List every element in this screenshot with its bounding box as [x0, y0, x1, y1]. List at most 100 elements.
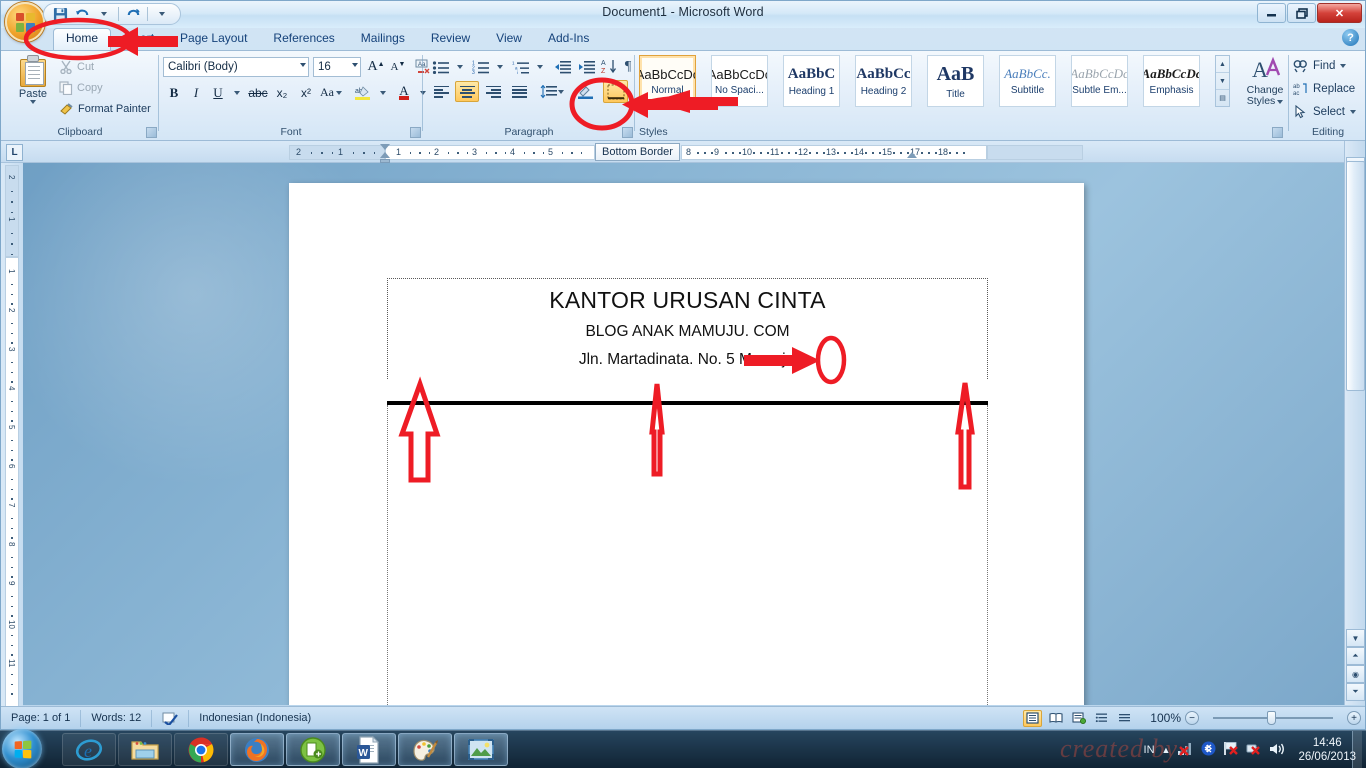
taskbar-item-mozilla-firefox[interactable]: [230, 733, 284, 766]
highlight-dropdown-icon[interactable]: [373, 82, 393, 103]
scroll-down-button[interactable]: ▼: [1346, 629, 1365, 647]
text-highlight-button[interactable]: ab: [351, 82, 375, 103]
increase-indent-button[interactable]: [575, 56, 597, 77]
style-subtle-em-[interactable]: AaBbCcDc Subtle Em...: [1071, 55, 1128, 107]
first-line-indent-marker[interactable]: [380, 144, 390, 150]
paste-dropdown-icon[interactable]: [30, 100, 36, 104]
taskbar-item-green-app[interactable]: [286, 733, 340, 766]
italic-button[interactable]: I: [185, 82, 207, 103]
proofing-status[interactable]: [152, 709, 190, 727]
zoom-slider[interactable]: [1203, 711, 1343, 725]
style-normal[interactable]: AaBbCcDc Normal: [639, 55, 696, 107]
draft-view-button[interactable]: [1115, 710, 1134, 727]
sort-button[interactable]: AZ: [599, 56, 619, 77]
redo-icon[interactable]: [123, 5, 143, 23]
grow-font-button[interactable]: A ▲: [365, 56, 387, 77]
power-icon[interactable]: [1246, 741, 1262, 759]
style-emphasis[interactable]: AaBbCcDc Emphasis: [1143, 55, 1200, 107]
zoom-slider-handle[interactable]: [1267, 711, 1276, 725]
ribbon-tab-add-ins[interactable]: Add-Ins: [535, 28, 602, 50]
style-subtitle[interactable]: AaBbCc. Subtitle: [999, 55, 1056, 107]
document-page[interactable]: KANTOR URUSAN CINTA BLOG ANAK MAMUJU. CO…: [289, 183, 1084, 705]
font-name-combobox[interactable]: Calibri (Body): [163, 57, 309, 77]
save-icon[interactable]: [50, 5, 70, 23]
customize-qat-icon[interactable]: [152, 5, 172, 23]
ribbon-tab-view[interactable]: View: [483, 28, 535, 50]
word-count-status[interactable]: Words: 12: [81, 709, 153, 727]
vertical-scrollbar[interactable]: ▲ ▼ ⏶ ◉ ⏷: [1344, 141, 1365, 705]
ribbon-tab-review[interactable]: Review: [418, 28, 483, 50]
ribbon-tab-page-layout[interactable]: Page Layout: [167, 28, 260, 50]
bullets-dropdown-icon[interactable]: [453, 56, 466, 77]
clipboard-dialog-launcher[interactable]: [146, 127, 157, 138]
align-center-button[interactable]: [455, 81, 479, 102]
style-no-spaci-[interactable]: AaBbCcDc No Spaci...: [711, 55, 768, 107]
tab-stop-selector[interactable]: L: [6, 144, 23, 161]
ribbon-tab-mailings[interactable]: Mailings: [348, 28, 418, 50]
volume-icon[interactable]: [1269, 742, 1285, 759]
zoom-out-button[interactable]: −: [1185, 711, 1199, 725]
line-spacing-button[interactable]: [537, 81, 567, 102]
multilevel-dropdown-icon[interactable]: [533, 56, 546, 77]
styles-more-icon[interactable]: ▤: [1216, 90, 1229, 106]
styles-scroll-up-icon[interactable]: ▲: [1216, 56, 1229, 73]
superscript-button[interactable]: x²: [295, 82, 317, 103]
ribbon-tab-home[interactable]: Home: [53, 28, 112, 50]
restore-button[interactable]: [1287, 3, 1316, 23]
font-dialog-launcher[interactable]: [410, 127, 421, 138]
full-screen-reading-view-button[interactable]: [1046, 710, 1065, 727]
next-page-button[interactable]: ⏷: [1346, 683, 1365, 701]
styles-dialog-launcher[interactable]: [1272, 127, 1283, 138]
style-heading-2[interactable]: AaBbCc Heading 2: [855, 55, 912, 107]
taskbar-item-microsoft-word[interactable]: W: [342, 733, 396, 766]
show-desktop-button[interactable]: [1352, 731, 1362, 768]
undo-icon[interactable]: [72, 5, 92, 23]
bluetooth-icon[interactable]: [1201, 741, 1216, 759]
right-indent-marker[interactable]: [907, 152, 917, 158]
styles-scroll-down-icon[interactable]: ▼: [1216, 73, 1229, 90]
shading-button[interactable]: [573, 81, 597, 102]
underline-dropdown-icon[interactable]: [227, 82, 247, 103]
language-status[interactable]: Indonesian (Indonesia): [189, 710, 321, 727]
taskbar-item-google-chrome[interactable]: [174, 733, 228, 766]
zoom-in-button[interactable]: +: [1347, 711, 1361, 725]
borders-button[interactable]: [603, 80, 628, 103]
font-color-button[interactable]: A: [393, 82, 415, 103]
replace-button[interactable]: ab ac Replace: [1293, 79, 1355, 99]
previous-page-button[interactable]: ⏶: [1346, 647, 1365, 665]
paste-button[interactable]: Paste: [11, 55, 55, 119]
cut-button[interactable]: Cut: [59, 57, 94, 76]
style-heading-1[interactable]: AaBbC Heading 1: [783, 55, 840, 107]
header-text-block[interactable]: KANTOR URUSAN CINTA BLOG ANAK MAMUJU. CO…: [387, 278, 988, 379]
scrollbar-thumb[interactable]: [1346, 161, 1365, 391]
page-status[interactable]: Page: 1 of 1: [1, 709, 82, 727]
hanging-indent-marker[interactable]: [380, 152, 390, 158]
ribbon-tab-references[interactable]: References: [260, 28, 347, 50]
taskbar-item-photo-viewer[interactable]: [454, 733, 508, 766]
tray-language[interactable]: IN: [1144, 744, 1155, 756]
close-button[interactable]: ✕: [1317, 3, 1362, 23]
strikethrough-button[interactable]: abc: [247, 82, 269, 103]
change-styles-button[interactable]: A Change Styles: [1237, 55, 1293, 121]
decrease-indent-button[interactable]: [551, 56, 573, 77]
zoom-level[interactable]: 100%: [1150, 711, 1181, 725]
taskbar-item-paint[interactable]: [398, 733, 452, 766]
underline-button[interactable]: U: [207, 82, 229, 103]
justify-button[interactable]: [507, 81, 531, 102]
document-canvas[interactable]: KANTOR URUSAN CINTA BLOG ANAK MAMUJU. CO…: [23, 163, 1344, 705]
bullets-button[interactable]: [429, 56, 453, 77]
paragraph-dialog-launcher[interactable]: [622, 127, 633, 138]
start-button[interactable]: [2, 729, 42, 768]
select-browse-object-button[interactable]: ◉: [1346, 665, 1365, 683]
styles-gallery-scroll[interactable]: ▲ ▼ ▤: [1215, 55, 1230, 107]
select-button[interactable]: Select: [1293, 102, 1356, 122]
network-icon[interactable]: [1177, 741, 1194, 759]
minimize-button[interactable]: [1257, 3, 1286, 23]
undo-dropdown-icon[interactable]: [94, 5, 114, 23]
multilevel-list-button[interactable]: 1ai: [509, 56, 533, 77]
copy-button[interactable]: Copy: [59, 78, 103, 97]
help-button[interactable]: ?: [1342, 29, 1359, 46]
ribbon-tab-insert[interactable]: Insert: [111, 28, 167, 50]
align-right-button[interactable]: [481, 81, 505, 102]
bold-button[interactable]: B: [163, 82, 185, 103]
